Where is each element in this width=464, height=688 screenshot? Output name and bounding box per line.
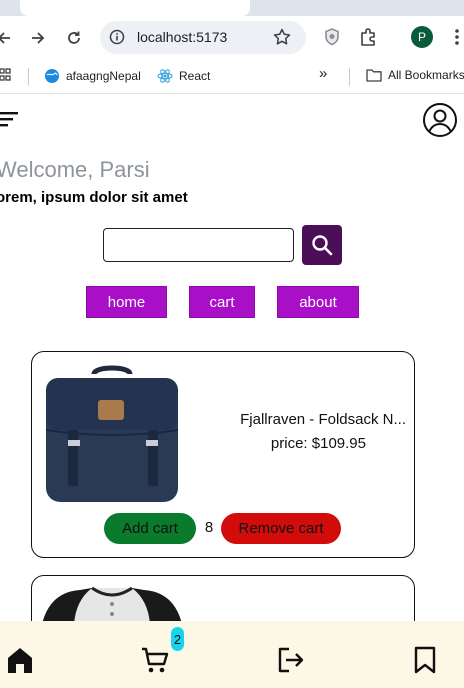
product-price: price: $109.95 [270, 435, 366, 452]
back-icon[interactable] [0, 26, 16, 50]
all-bookmarks-label: All Bookmarks [388, 68, 464, 82]
product-image [42, 586, 182, 624]
search-input[interactable] [103, 228, 294, 262]
reload-icon[interactable] [62, 26, 86, 50]
cart-count-badge: 2 [171, 627, 184, 651]
apps-grid-icon[interactable] [0, 68, 14, 84]
welcome-heading: Welcome, Parsi [0, 157, 150, 182]
browser-tab-strip [0, 0, 464, 16]
extensions-puzzle-icon[interactable] [357, 26, 379, 48]
profile-avatar[interactable]: P [411, 26, 433, 48]
bookmark-item[interactable]: afaagngNepal [44, 68, 141, 84]
add-to-cart-button[interactable]: Add cart [104, 513, 196, 544]
browser-toolbar: localhost:5173 P [0, 16, 464, 60]
react-icon [157, 69, 173, 83]
product-image [45, 365, 179, 502]
bookmark-item[interactable]: React [157, 68, 210, 84]
browser-menu-icon[interactable] [450, 26, 464, 48]
logout-icon[interactable] [275, 645, 305, 675]
remove-from-cart-button[interactable]: Remove cart [221, 513, 341, 544]
address-url[interactable]: localhost:5173 [137, 29, 227, 45]
bottom-nav [0, 621, 464, 688]
folder-icon [366, 69, 382, 82]
search-icon [312, 235, 333, 256]
menu-icon[interactable] [0, 110, 18, 128]
bookmarks-bar: afaagngNepal React » All Bookmarks [0, 60, 464, 94]
home-icon[interactable] [5, 645, 35, 675]
user-account-icon[interactable] [422, 102, 458, 138]
all-bookmarks-folder[interactable]: All Bookmarks [366, 68, 464, 82]
bookmarks-overflow-icon[interactable]: » [319, 65, 327, 82]
product-title: Fjallraven - Foldsack N... [240, 411, 406, 428]
shield-extension-icon[interactable] [321, 26, 343, 48]
bookmark-star-icon[interactable] [272, 27, 292, 47]
forward-icon[interactable] [26, 26, 50, 50]
subtitle-text: orem, ipsum dolor sit amet [0, 189, 188, 206]
bookmark-label: React [179, 69, 211, 83]
nav-about-button[interactable]: about [277, 286, 359, 318]
cart-icon[interactable] [140, 645, 170, 675]
nav-home-button[interactable]: home [86, 286, 167, 318]
active-tab[interactable] [20, 0, 250, 16]
cart-quantity: 8 [204, 519, 214, 536]
bookmark-label: afaagngNepal [66, 69, 141, 83]
site-info-icon[interactable] [109, 29, 125, 45]
nav-cart-button[interactable]: cart [189, 286, 255, 318]
bookmark-icon[interactable] [410, 645, 440, 675]
address-bar[interactable]: localhost:5173 [100, 21, 306, 54]
search-button[interactable] [302, 225, 342, 265]
globe-icon [45, 69, 59, 83]
